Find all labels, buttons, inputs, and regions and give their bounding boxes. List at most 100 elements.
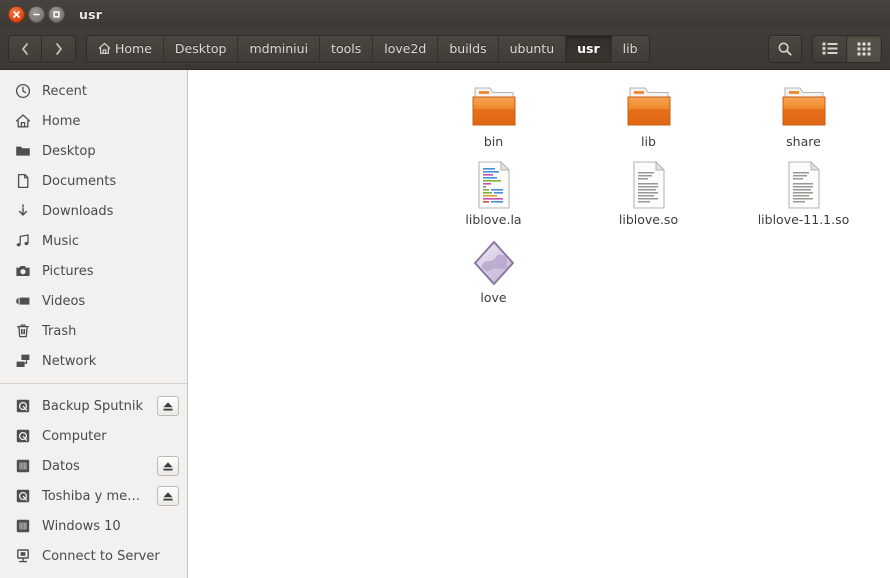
home-icon [98, 42, 111, 54]
sidebar-item-videos[interactable]: Videos [0, 286, 187, 316]
video-camera-icon [14, 293, 31, 310]
sidebar-item-pictures[interactable]: Pictures [0, 256, 187, 286]
sidebar-item-label: Computer [42, 428, 107, 444]
file-list-area[interactable]: bin lib share liblove.la liblove.so libl… [188, 70, 890, 578]
sidebar-item-home[interactable]: Home [0, 106, 187, 136]
close-icon[interactable] [8, 5, 25, 23]
sidebar-item-datos[interactable]: Datos [0, 451, 187, 481]
file-label: liblove-11.1.so [757, 212, 850, 227]
breadcrumb-label: Desktop [174, 41, 227, 56]
network-icon [14, 353, 31, 370]
eject-button[interactable] [157, 486, 179, 506]
sidebar-item-computer[interactable]: Computer [0, 421, 187, 451]
breadcrumb-label: lib [622, 41, 638, 56]
window-controls [8, 5, 65, 23]
window-title: usr [79, 6, 103, 22]
sidebar-item-label: Recent [42, 83, 87, 99]
forward-button[interactable] [42, 35, 75, 62]
file-item[interactable]: lib [571, 78, 726, 156]
code-document-icon [473, 160, 515, 210]
sidebar-item-label: Backup Sputnik [42, 398, 144, 414]
file-label: lib [641, 134, 656, 149]
window-body: Recent Home Desktop Documents Downloads … [0, 70, 890, 578]
eject-button[interactable] [157, 396, 179, 416]
breadcrumb-item-lib[interactable]: lib [611, 35, 649, 62]
file-label: liblove.la [465, 212, 522, 227]
sidebar-item-desktop[interactable]: Desktop [0, 136, 187, 166]
eject-button[interactable] [157, 456, 179, 476]
file-manager-window: usr Home Desktop mdminiui tools love2d b… [0, 0, 890, 578]
clock-icon [14, 83, 31, 100]
sidebar-item-label: Home [42, 113, 81, 129]
breadcrumb-item-desktop[interactable]: Desktop [163, 35, 239, 62]
sidebar-separator [0, 383, 187, 384]
executable-icon [468, 238, 520, 288]
title-bar: usr [0, 0, 890, 28]
breadcrumb-label: tools [331, 41, 362, 56]
text-document-icon [783, 160, 825, 210]
sidebar-item-label: Datos [42, 458, 80, 474]
sidebar-item-network[interactable]: Network [0, 346, 187, 376]
maximize-icon[interactable] [48, 5, 65, 23]
file-item[interactable]: share [726, 78, 881, 156]
music-note-icon [14, 233, 31, 250]
sidebar-item-music[interactable]: Music [0, 226, 187, 256]
file-label: share [786, 134, 821, 149]
breadcrumb-item-usr[interactable]: usr [566, 35, 612, 62]
grid-view-button[interactable] [847, 35, 881, 62]
harddisk-icon [14, 488, 31, 505]
sidebar-item-label: Downloads [42, 203, 114, 219]
sidebar-item-documents[interactable]: Documents [0, 166, 187, 196]
chevron-right-icon [55, 42, 62, 55]
folder-icon [623, 82, 675, 132]
breadcrumb-label: ubuntu [509, 41, 555, 56]
text-document-icon [628, 160, 670, 210]
sidebar-item-downloads[interactable]: Downloads [0, 196, 187, 226]
sidebar-item-label: Music [42, 233, 79, 249]
search-button[interactable] [768, 34, 802, 63]
sidebar-item-recent[interactable]: Recent [0, 76, 187, 106]
file-item[interactable]: liblove.so [571, 156, 726, 234]
download-icon [14, 203, 31, 220]
sidebar-item-label: Connect to Server [42, 548, 160, 564]
eject-icon [163, 461, 173, 470]
file-item[interactable]: liblove-11.1.so [726, 156, 881, 234]
sidebar-item-trash[interactable]: Trash [0, 316, 187, 346]
file-item[interactable]: love [416, 234, 571, 312]
eject-icon [163, 401, 173, 410]
sidebar-item-connect-to-server[interactable]: Connect to Server [0, 541, 187, 571]
home-icon [14, 113, 31, 130]
breadcrumb-item-mdminiui[interactable]: mdminiui [238, 35, 321, 62]
sidebar-item-label: Toshiba y medio [42, 488, 146, 504]
sidebar-item-backup-sputnik[interactable]: Backup Sputnik [0, 391, 187, 421]
folder-icon [468, 82, 520, 132]
list-view-icon [822, 42, 837, 55]
breadcrumb-item-builds[interactable]: builds [438, 35, 499, 62]
sidebar-item-label: Network [42, 353, 97, 369]
breadcrumb-item-love2d[interactable]: love2d [373, 35, 439, 62]
breadcrumb-item-ubuntu[interactable]: ubuntu [498, 35, 567, 62]
harddisk-icon [14, 398, 31, 415]
toolbar: Home Desktop mdminiui tools love2d build… [0, 28, 890, 70]
minimize-icon[interactable] [28, 5, 45, 23]
sidebar-item-toshiba-y-medio[interactable]: Toshiba y medio [0, 481, 187, 511]
breadcrumb-label: Home [115, 41, 152, 56]
breadcrumb-label: mdminiui [249, 41, 309, 56]
breadcrumb-item-tools[interactable]: tools [320, 35, 374, 62]
trash-icon [14, 323, 31, 340]
file-item[interactable]: bin [416, 78, 571, 156]
breadcrumb-item-home[interactable]: Home [87, 35, 164, 62]
back-button[interactable] [9, 35, 42, 62]
folder-icon [778, 82, 830, 132]
sidebar-item-label: Documents [42, 173, 117, 189]
search-icon [778, 41, 792, 56]
view-mode-buttons [812, 34, 882, 63]
list-view-button[interactable] [813, 35, 847, 62]
sidebar-item-label: Videos [42, 293, 86, 309]
file-item[interactable]: liblove.la [416, 156, 571, 234]
icon-grid: bin lib share liblove.la liblove.so libl… [188, 78, 890, 312]
sidebar-item-windows-10[interactable]: Windows 10 [0, 511, 187, 541]
chevron-left-icon [22, 42, 28, 55]
grid-view-icon [857, 42, 871, 55]
navigation-buttons [8, 34, 76, 63]
